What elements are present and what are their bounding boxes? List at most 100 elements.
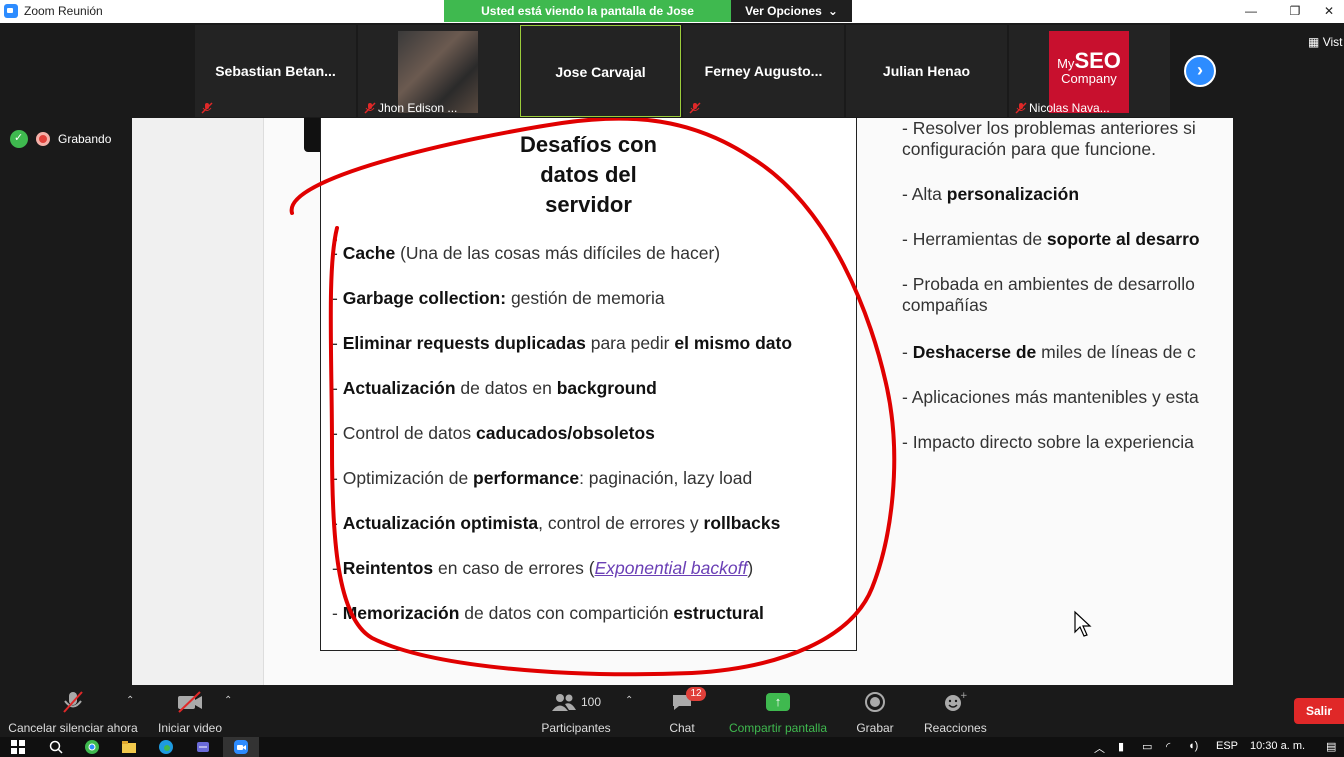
zoom-taskbar-icon	[234, 740, 248, 754]
encryption-shield-icon[interactable]	[10, 130, 28, 148]
participant-tile[interactable]: Ferney Augusto...	[683, 25, 844, 117]
participant-name: Sebastian Betan...	[215, 63, 336, 79]
reactions-icon: +	[924, 689, 986, 715]
volume-icon[interactable]: ◖)	[1188, 740, 1198, 752]
shared-screen: Desafíos con datos del servidor - Cache …	[132, 118, 1233, 685]
participant-tile[interactable]: Jhon Edison ...	[358, 25, 519, 117]
mic-off-icon	[8, 689, 138, 715]
left-panel: Grabando	[0, 118, 132, 685]
slide-bullet: - Optimización de performance: paginació…	[332, 468, 753, 488]
mic-muted-icon	[364, 102, 376, 114]
mic-muted-icon	[1015, 102, 1027, 114]
view-button-label: Vist	[1322, 35, 1343, 49]
recording-label: Grabando	[58, 132, 112, 146]
file-explorer-icon[interactable]	[121, 739, 137, 755]
participants-caret-icon[interactable]: ⌃	[625, 695, 633, 706]
video-off-icon	[152, 689, 228, 715]
right-panel	[1233, 118, 1344, 685]
meeting-status: Grabando	[10, 130, 111, 148]
grid-icon: ▦	[1308, 35, 1320, 49]
slide-box-title: Desafíos con datos del servidor	[520, 132, 657, 217]
start-video-label: Iniciar video	[157, 721, 223, 735]
slide-right-item: - Deshacerse de miles de líneas de c	[902, 342, 1196, 362]
language-indicator[interactable]: ESP	[1216, 740, 1238, 752]
start-video-button[interactable]: Iniciar video	[152, 689, 228, 735]
slide-right-item: - Herramientas de soporte al desarro	[902, 229, 1200, 249]
slide-right-item: - Alta personalización	[902, 184, 1080, 204]
view-button[interactable]: ▦ Vist	[1308, 35, 1342, 49]
app-icon[interactable]	[195, 739, 211, 755]
wifi-icon[interactable]: ◜	[1166, 740, 1170, 753]
mouse-cursor-icon	[1074, 610, 1092, 637]
slide-bullet: - Memorización de datos con compartición…	[332, 603, 764, 623]
tray-expand-icon[interactable]: ︿	[1094, 740, 1105, 756]
share-screen-button[interactable]: ↑ Compartir pantalla	[726, 689, 830, 735]
video-options-caret-icon[interactable]: ⌃	[224, 695, 232, 706]
slide-right-item: - Impacto directo sobre la experiencia	[902, 432, 1194, 452]
slide-bullet: - Garbage collection: gestión de memoria	[332, 288, 665, 308]
participant-name: Ferney Augusto...	[704, 63, 823, 79]
participant-tile[interactable]: Julian Henao	[846, 25, 1007, 117]
participant-tile[interactable]: MySEO Company Nicolas Nava...	[1009, 25, 1170, 117]
mic-muted-icon	[689, 102, 701, 114]
participants-icon: 100	[540, 689, 612, 715]
view-options-button[interactable]: Ver Opciones ⌄	[731, 0, 852, 22]
share-banner-text: Usted está viendo la pantalla de Jose Ca…	[444, 0, 731, 40]
slide-bullet: - Actualización optimista, control de er…	[332, 513, 781, 533]
restore-button[interactable]: ❐	[1280, 2, 1310, 20]
participants-label: Participantes	[541, 721, 611, 735]
share-banner: Usted está viendo la pantalla de Jose Ca…	[444, 0, 852, 40]
close-button[interactable]: ✕	[1314, 2, 1344, 20]
record-icon	[855, 689, 895, 715]
svg-text:+: +	[960, 691, 967, 701]
record-button[interactable]: Grabar	[855, 689, 895, 735]
slide-bullet: - Reintentos en caso de errores (Exponen…	[332, 558, 754, 578]
share-screen-label: Compartir pantalla	[728, 721, 828, 735]
zoom-taskbar-item[interactable]	[223, 737, 259, 757]
edge-icon[interactable]	[158, 739, 174, 755]
slide-bullet: - Actualización de datos en background	[332, 378, 657, 398]
chat-label: Chat	[669, 721, 695, 735]
slide-box: Desafíos con datos del servidor - Cache …	[320, 118, 857, 651]
battery-icon[interactable]: ▭	[1142, 740, 1152, 753]
slide-bullet: - Eliminar requests duplicadas para pedi…	[332, 333, 793, 353]
participants-count: 100	[580, 695, 602, 709]
windows-start-icon[interactable]	[10, 739, 26, 755]
share-screen-icon: ↑	[766, 693, 790, 711]
participant-tile-active-speaker[interactable]: Jose Carvajal	[520, 25, 681, 117]
minimize-button[interactable]: —	[1236, 2, 1266, 20]
exponential-backoff-link: Exponential backoff	[594, 558, 748, 578]
zoom-app-icon	[4, 4, 18, 18]
mic-muted-icon	[201, 102, 213, 114]
leave-meeting-button[interactable]: Salir	[1294, 698, 1344, 724]
slide-right-item: - Resolver los problemas anteriores si co…	[902, 118, 1196, 159]
unmute-button[interactable]: Cancelar silenciar ahora	[8, 689, 138, 735]
recording-icon	[36, 132, 50, 146]
notifications-icon[interactable]: ▤	[1326, 740, 1336, 753]
chrome-icon[interactable]	[84, 739, 100, 755]
view-options-label: Ver Opciones	[745, 4, 822, 18]
chat-unread-badge: 12	[686, 687, 706, 701]
slide-right-item: - Aplicaciones más mantenibles y esta	[902, 387, 1199, 407]
unmute-label: Cancelar silenciar ahora	[8, 721, 138, 735]
participant-name: Julian Henao	[882, 63, 971, 79]
audio-options-caret-icon[interactable]: ⌃	[126, 695, 134, 706]
search-icon[interactable]	[48, 739, 64, 755]
participant-name: Jose Carvajal	[555, 64, 646, 80]
slide-right-item: - Probada en ambientes de desarrollo comp…	[902, 274, 1195, 315]
clock[interactable]: 10:30 a. m.	[1250, 740, 1305, 752]
record-label: Grabar	[856, 721, 894, 735]
meeting-toolbar: Cancelar silenciar ahora ⌃ Iniciar video…	[0, 685, 1344, 737]
participant-strip: Sebastian Betan... Jhon Edison ... Jose …	[0, 23, 1344, 118]
participant-tile[interactable]: Sebastian Betan...	[195, 25, 356, 117]
next-page-button[interactable]: ›	[1184, 55, 1216, 87]
reactions-label: Reacciones	[924, 721, 987, 735]
slide-bullet: - Cache (Una de las cosas más difíciles …	[332, 243, 721, 263]
slide-bullet-list: - Cache (Una de las cosas más difíciles …	[332, 243, 852, 648]
reactions-button[interactable]: + Reacciones	[924, 689, 987, 735]
windows-taskbar: ︿ ▮ ▭ ◜ ◖) ESP 10:30 a. m. ▤	[0, 737, 1344, 757]
window-title: Zoom Reunión	[24, 4, 103, 18]
participants-button[interactable]: 100 Participantes	[540, 689, 612, 735]
slide-bullet: - Control de datos caducados/obsoletos	[332, 423, 655, 443]
slide-left-margin	[132, 118, 264, 685]
